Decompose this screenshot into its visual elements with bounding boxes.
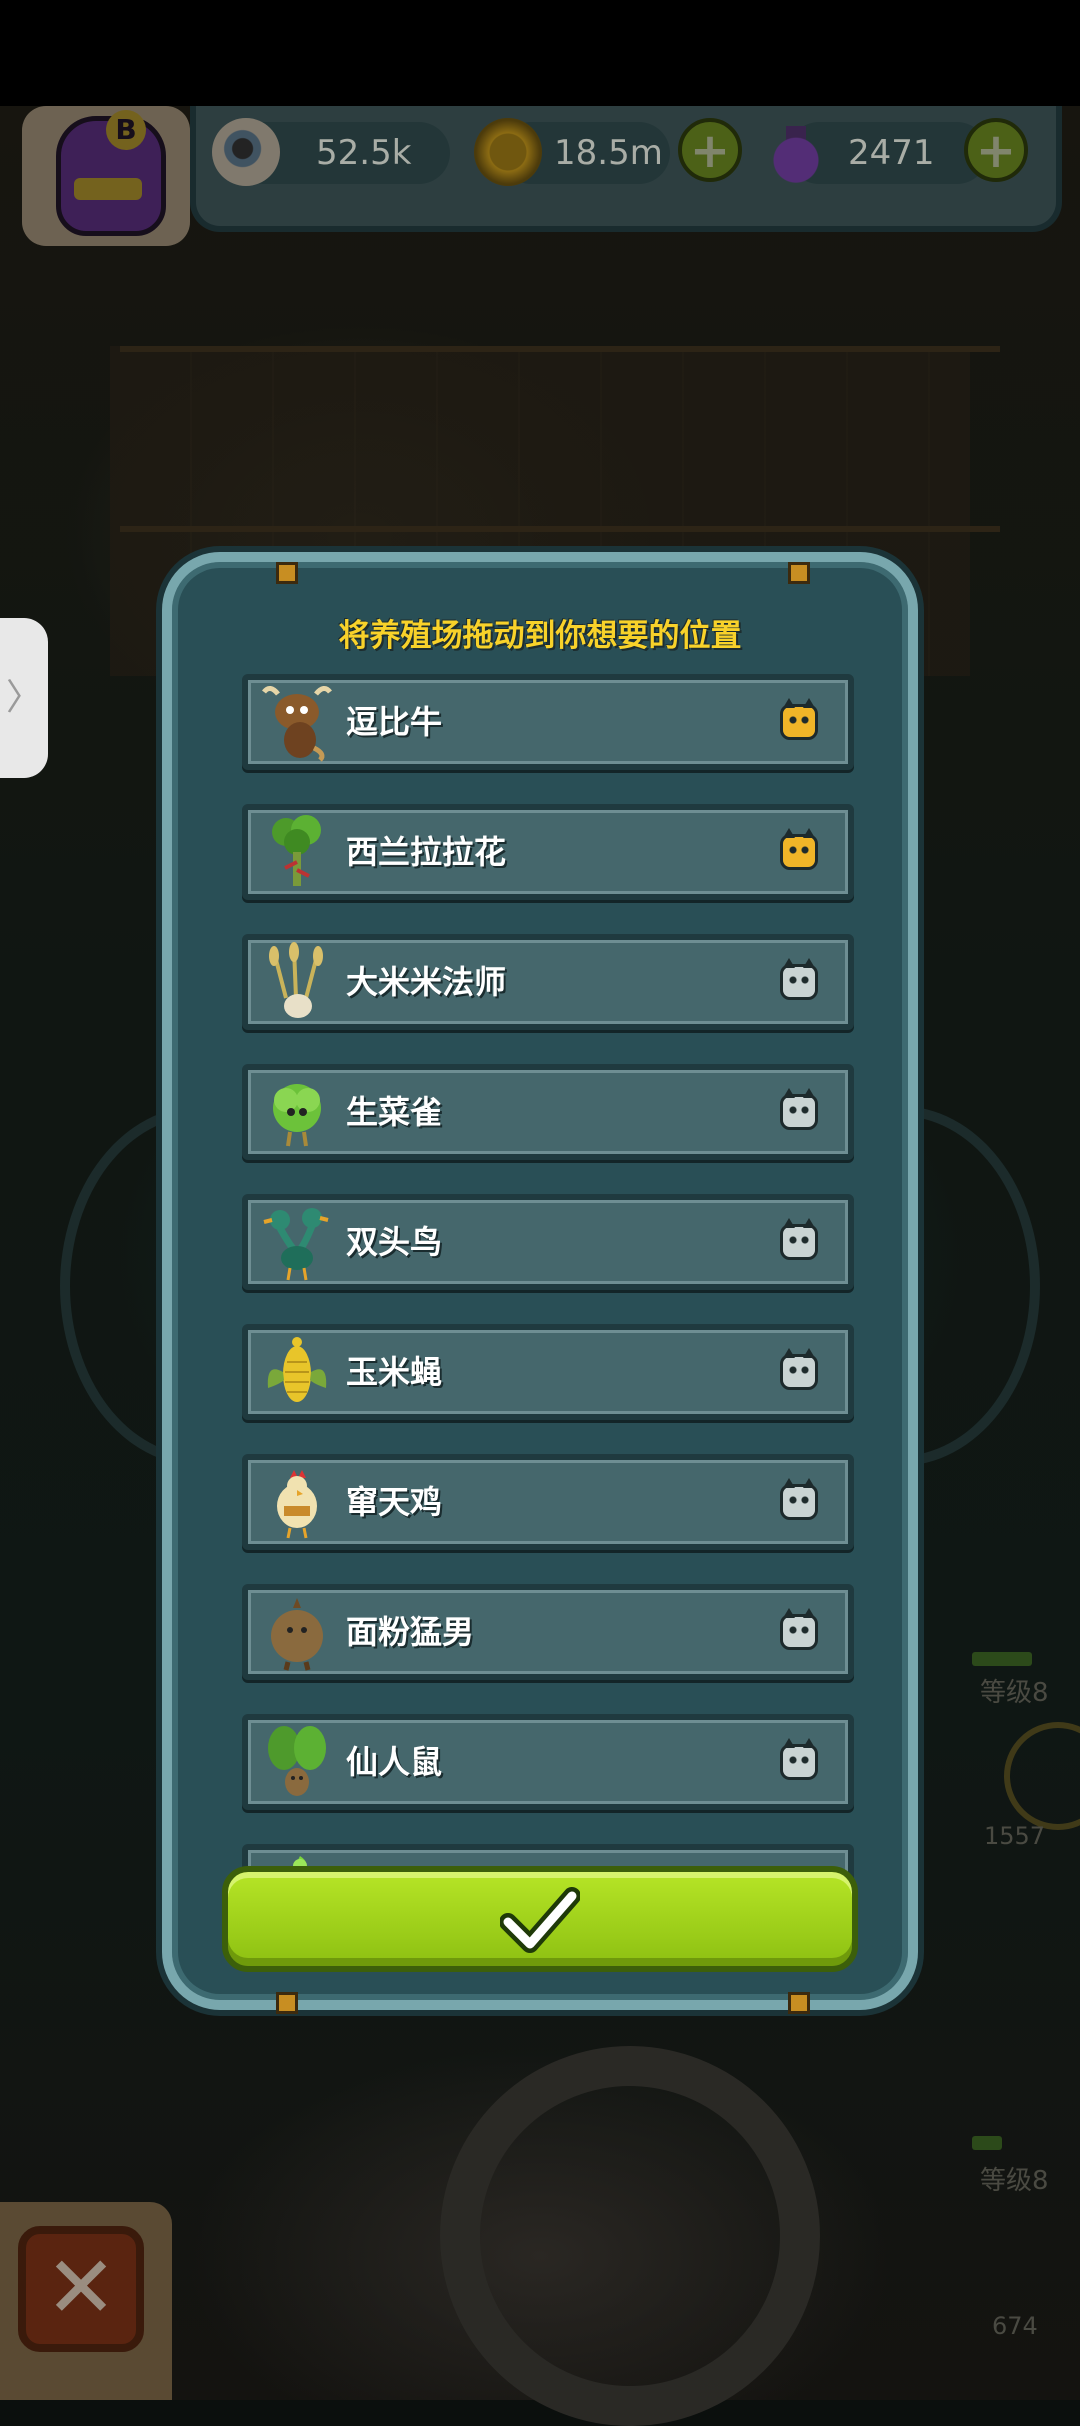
silver-monster-badge-icon — [780, 1478, 818, 1520]
broccoli-monster-icon — [272, 815, 321, 886]
status-bar — [0, 0, 1080, 106]
rivet-decoration — [788, 1992, 810, 2014]
potion-icon — [762, 118, 830, 186]
rivet-decoration — [276, 1992, 298, 2014]
silver-monster-badge-icon — [780, 1738, 818, 1780]
farm-name: 面粉猛男 — [346, 1613, 475, 1651]
side-drawer-tab[interactable]: 〉 — [0, 618, 48, 778]
lettuce-bird-icon — [273, 1084, 321, 1147]
farm-row-shengcai-que[interactable]: 生菜雀 — [242, 1064, 854, 1160]
farm-name: 逗比牛 — [346, 703, 443, 741]
farm-row-mianfen-mengnan[interactable]: 面粉猛男 — [242, 1584, 854, 1680]
plus-icon: + — [689, 123, 731, 179]
plus-icon: + — [975, 123, 1017, 179]
farm-list: 逗比牛 西兰拉拉花 大米米法师 生菜雀 双头鸟 玉米蝇 窜天鸡 面粉猛男 仙人鼠 — [242, 674, 854, 1974]
farm-name: 玉米蝇 — [346, 1353, 443, 1391]
eyeball-count: 52.5k — [316, 133, 412, 173]
checkmark-icon — [500, 1887, 580, 1953]
confirm-button[interactable] — [222, 1866, 858, 1972]
cactus-mouse-icon — [268, 1726, 326, 1796]
gold-monster-badge-icon — [780, 698, 818, 740]
eyeball-icon — [212, 118, 280, 186]
farm-name: 生菜雀 — [346, 1093, 443, 1131]
player-avatar[interactable]: B — [22, 106, 190, 246]
level-progress-bar — [972, 1652, 1032, 1666]
yak-monster-icon — [262, 686, 332, 762]
farm-name: 仙人鼠 — [346, 1743, 443, 1781]
rocket-chicken-icon — [277, 1470, 317, 1539]
corn-fly-icon — [267, 1337, 327, 1402]
farm-row-cuantian-ji[interactable]: 窜天鸡 — [242, 1454, 854, 1550]
farm-name: 窜天鸡 — [346, 1483, 443, 1521]
silver-monster-badge-icon — [780, 1608, 818, 1650]
rice-wizard-icon — [269, 942, 323, 1018]
farm-row-damimi-fashi[interactable]: 大米米法师 — [242, 934, 854, 1030]
whirlpool-decoration — [440, 2046, 820, 2426]
farm-name: 西兰拉拉花 — [346, 833, 507, 871]
silver-monster-badge-icon — [780, 1088, 818, 1130]
coin-count: 18.5m — [554, 133, 663, 173]
close-button-frame: ✕ — [0, 2202, 172, 2400]
silver-monster-badge-icon — [780, 1348, 818, 1390]
production-ring — [1004, 1722, 1080, 1830]
silver-monster-badge-icon — [780, 958, 818, 1000]
two-headed-bird-icon — [263, 1208, 329, 1281]
room-shelf — [120, 526, 1000, 532]
room-beam — [120, 346, 1000, 352]
farm-row-doubi-niu[interactable]: 逗比牛 — [242, 674, 854, 770]
count-2: 674 — [992, 2312, 1038, 2340]
farm-row-yumi-ying[interactable]: 玉米蝇 — [242, 1324, 854, 1420]
farm-name: 双头鸟 — [346, 1223, 443, 1261]
potion-count: 2471 — [848, 133, 935, 173]
rivet-decoration — [276, 562, 298, 584]
farm-row-xianren-shu[interactable]: 仙人鼠 — [242, 1714, 854, 1810]
dialog-title: 将养殖场拖动到你想要的位置 — [338, 618, 742, 654]
close-icon: ✕ — [44, 2238, 118, 2338]
chevron-right-icon: 〉 — [5, 677, 42, 718]
flour-sack-monster-icon — [271, 1598, 323, 1671]
gold-monster-badge-icon — [780, 828, 818, 870]
farm-row-shuangtou-niao[interactable]: 双头鸟 — [242, 1194, 854, 1290]
add-coins-button[interactable]: + — [678, 118, 742, 182]
avatar-letter: B — [106, 110, 146, 150]
close-button[interactable]: ✕ — [18, 2226, 144, 2352]
count-1: 1557 — [984, 1822, 1046, 1850]
level-label-1: 等级8 — [980, 1678, 1049, 1708]
farm-selection-dialog: 将养殖场拖动到你想要的位置 逗比牛 西兰拉拉花 大米米法师 生菜雀 双头鸟 玉米… — [162, 552, 918, 2014]
teeth-icon — [74, 178, 142, 200]
farm-row-xilan-lalahua[interactable]: 西兰拉拉花 — [242, 804, 854, 900]
silver-monster-badge-icon — [780, 1218, 818, 1260]
level-label-2: 等级8 — [980, 2166, 1049, 2196]
coin-icon — [474, 118, 542, 186]
farm-name: 大米米法师 — [346, 963, 507, 1001]
rivet-decoration — [788, 562, 810, 584]
level-progress-bar-2 — [972, 2136, 1002, 2150]
add-potions-button[interactable]: + — [964, 118, 1028, 182]
